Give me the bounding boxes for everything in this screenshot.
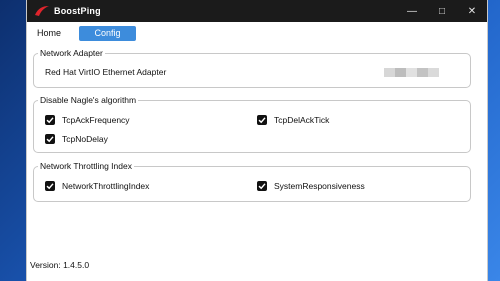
checkmark-icon[interactable] (45, 181, 55, 191)
checkmark-icon[interactable] (45, 134, 55, 144)
nagle-group: Disable Nagle's algorithm TcpAckFrequenc… (33, 94, 471, 153)
tab-config[interactable]: Config (79, 26, 137, 41)
checkbox-label: TcpAckFrequency (62, 115, 130, 125)
checkmark-icon[interactable] (257, 181, 267, 191)
close-button[interactable]: ✕ (457, 0, 487, 22)
network-adapter-legend: Network Adapter (38, 47, 105, 59)
tab-home[interactable]: Home (31, 26, 67, 41)
adapter-name: Red Hat VirtIO Ethernet Adapter (45, 67, 167, 77)
checkbox-networkthrottlingindex[interactable]: NetworkThrottlingIndex (45, 181, 149, 191)
checkbox-label: TcpDelAckTick (274, 115, 330, 125)
checkbox-label: SystemResponsiveness (274, 181, 365, 191)
checkbox-tcpdelacktick[interactable]: TcpDelAckTick (257, 115, 329, 125)
app-title: BoostPing (54, 6, 101, 16)
checkbox-label: TcpNoDelay (62, 134, 108, 144)
checkmark-icon[interactable] (257, 115, 267, 125)
checkmark-icon[interactable] (45, 115, 55, 125)
title-bar[interactable]: BoostPing — □ ✕ (27, 0, 487, 22)
maximize-icon: □ (438, 5, 446, 17)
minimize-icon: — (407, 5, 417, 17)
app-logo-icon (33, 2, 51, 20)
checkbox-label: NetworkThrottlingIndex (62, 181, 150, 191)
version-label: Version: 1.4.5.0 (30, 260, 90, 270)
nagle-legend: Disable Nagle's algorithm (38, 94, 139, 106)
checkbox-tcpackfrequency[interactable]: TcpAckFrequency (45, 115, 130, 125)
network-adapter-group: Network Adapter Red Hat VirtIO Ethernet … (33, 47, 471, 88)
checkbox-tcpnodelay[interactable]: TcpNoDelay (45, 134, 108, 144)
throttling-legend: Network Throttling Index (38, 160, 134, 172)
checkbox-systemresponsiveness[interactable]: SystemResponsiveness (257, 181, 365, 191)
nav-tabs: Home Config (31, 26, 137, 41)
minimize-button[interactable]: — (397, 0, 427, 22)
throttling-group: Network Throttling Index NetworkThrottli… (33, 160, 471, 202)
adapter-indicator (384, 68, 439, 77)
close-icon: ✕ (467, 5, 477, 17)
maximize-button[interactable]: □ (427, 0, 457, 22)
window-controls: — □ ✕ (397, 0, 487, 22)
app-window: BoostPing — □ ✕ Home Config Network Adap… (26, 0, 488, 281)
